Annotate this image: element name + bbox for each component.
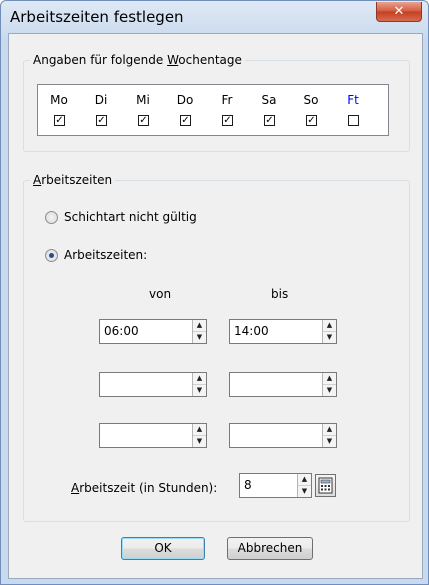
hours-input[interactable]: 8 ▲ ▼ (239, 473, 312, 498)
weekdays-list: Mo ✓ Di ✓ Mi ✓ Do ✓ Fr ✓ Sa ✓ So ✓ Ft (37, 84, 389, 136)
spin-down-icon[interactable]: ▼ (193, 385, 206, 396)
close-icon: ✕ (393, 4, 405, 19)
day-checkbox-ft[interactable] (348, 115, 359, 126)
hours-spinner: ▲ ▼ (297, 474, 311, 497)
day-label-mi: Mi (136, 93, 150, 107)
cancel-button[interactable]: Abbrechen (227, 537, 313, 560)
time-from-input-3[interactable]: ▲ ▼ (99, 423, 207, 448)
time-to-value-1: 14:00 (234, 324, 269, 338)
time-to-input-3[interactable]: ▲ ▼ (229, 423, 337, 448)
spin-up-icon[interactable]: ▲ (193, 424, 206, 436)
spin-up-icon[interactable]: ▲ (298, 474, 311, 486)
day-checkbox-di[interactable]: ✓ (96, 115, 107, 126)
worktime-group: Arbeitszeiten (23, 173, 410, 522)
close-button[interactable]: ✕ (376, 2, 422, 22)
spin-up-icon[interactable]: ▲ (193, 320, 206, 332)
radio-shift-invalid-label[interactable]: Schichtart nicht gültig (64, 210, 197, 224)
spin-down-icon[interactable]: ▼ (323, 332, 336, 343)
day-label-fr: Fr (221, 93, 233, 107)
time-from-value-1: 06:00 (104, 324, 139, 338)
day-checkbox-do[interactable]: ✓ (180, 115, 191, 126)
radio-worktimes[interactable] (45, 249, 58, 262)
radio-shift-invalid[interactable] (45, 211, 58, 224)
time-to-input-2[interactable]: ▲ ▼ (229, 372, 337, 397)
spin-down-icon[interactable]: ▼ (323, 385, 336, 396)
ok-button[interactable]: OK (121, 537, 205, 560)
spin-up-icon[interactable]: ▲ (193, 373, 206, 385)
day-label-ft: Ft (347, 93, 359, 107)
day-checkbox-so[interactable]: ✓ (306, 115, 317, 126)
day-label-mo: Mo (50, 93, 68, 107)
window-title: Arbeitszeiten festlegen (10, 8, 184, 26)
column-header-from: von (149, 287, 172, 301)
day-checkbox-mo[interactable]: ✓ (54, 115, 65, 126)
hours-value: 8 (244, 478, 252, 492)
day-checkbox-sa[interactable]: ✓ (264, 115, 275, 126)
day-label-sa: Sa (261, 93, 277, 107)
time-to-spinner-1: ▲ ▼ (322, 320, 336, 343)
time-to-spinner-2: ▲ ▼ (322, 373, 336, 396)
time-from-spinner-3: ▲ ▼ (192, 424, 206, 447)
spin-up-icon[interactable]: ▲ (323, 424, 336, 436)
time-to-input-1[interactable]: 14:00 ▲ ▼ (229, 319, 337, 344)
hours-label: Arbeitszeit (in Stunden): (71, 481, 218, 495)
day-label-do: Do (176, 93, 194, 107)
spin-up-icon[interactable]: ▲ (323, 373, 336, 385)
time-from-spinner-1: ▲ ▼ (192, 320, 206, 343)
time-from-input-1[interactable]: 06:00 ▲ ▼ (99, 319, 207, 344)
time-from-input-2[interactable]: ▲ ▼ (99, 372, 207, 397)
spin-down-icon[interactable]: ▼ (193, 436, 206, 447)
spin-up-icon[interactable]: ▲ (323, 320, 336, 332)
weekdays-group-label: Angaben für folgende Wochentage (30, 53, 245, 67)
radio-worktimes-label[interactable]: Arbeitszeiten: (64, 248, 147, 262)
spin-down-icon[interactable]: ▼ (193, 332, 206, 343)
dialog-window: Arbeitszeiten festlegen ✕ Angaben für fo… (0, 0, 429, 585)
spin-down-icon[interactable]: ▼ (323, 436, 336, 447)
spin-down-icon[interactable]: ▼ (298, 486, 311, 497)
day-checkbox-mi[interactable]: ✓ (138, 115, 149, 126)
dialog-client-area: Angaben für folgende Wochentage Mo ✓ Di … (8, 33, 423, 579)
title-bar[interactable]: Arbeitszeiten festlegen ✕ (1, 1, 428, 31)
column-header-to: bis (271, 287, 289, 301)
day-checkbox-fr[interactable]: ✓ (222, 115, 233, 126)
time-to-spinner-3: ▲ ▼ (322, 424, 336, 447)
calculator-icon (318, 477, 333, 494)
day-label-so: So (303, 93, 319, 107)
worktime-group-label: Arbeitszeiten (30, 173, 116, 187)
calculator-button[interactable] (315, 474, 336, 497)
time-from-spinner-2: ▲ ▼ (192, 373, 206, 396)
day-label-di: Di (94, 93, 108, 107)
